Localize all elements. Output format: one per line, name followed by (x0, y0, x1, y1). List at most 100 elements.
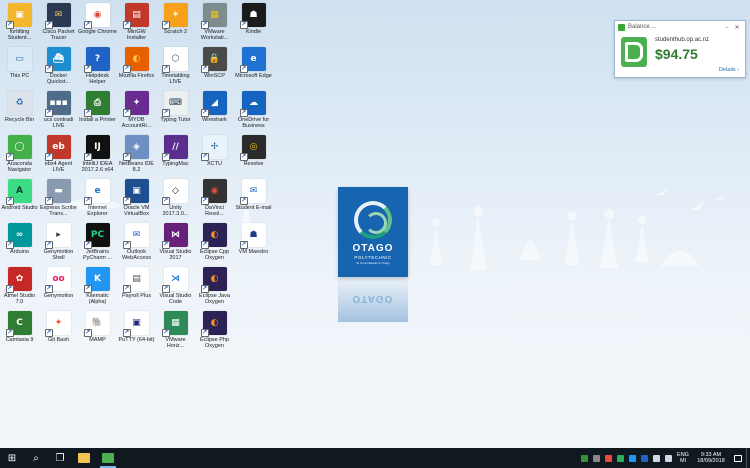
desktop-shortcut[interactable]: K ↗ Kitematic (Alpha) (78, 266, 117, 310)
clock[interactable]: 9:33 AM 18/09/2018 (692, 452, 730, 465)
taskbar: ⊞ ⌕ ❐ ENG MI 9:33 AM 18/09/2018 (0, 448, 750, 468)
desktop-shortcut[interactable]: ▸ ↗ Genymotion Shell (39, 222, 78, 266)
desktop-shortcut[interactable]: ▭ This PC (0, 46, 39, 90)
desktop-shortcut[interactable]: ▪▪▪ ↗ ucs contradi LIVE (39, 90, 78, 134)
balance-widget-titlebar[interactable]: Balance ... – ✕ (615, 21, 745, 33)
desktop-shortcut[interactable]: ▣ ↗ fortitting Student... (0, 2, 39, 46)
desktop-shortcut[interactable]: ✦ ↗ Git Bash (39, 310, 78, 354)
desktop-shortcut[interactable]: e ↗ Internet Explorer (78, 178, 117, 222)
desktop-shortcut[interactable]: ✶ ↗ Scratch 2 (156, 2, 195, 46)
desktop-shortcut[interactable]: ⛴ ↗ Docker Quickst... (39, 46, 78, 90)
desktop-shortcut[interactable]: ? ↗ Helpdesk Helper (78, 46, 117, 90)
tray-icons (578, 448, 674, 468)
tray-item[interactable] (614, 448, 626, 468)
scratch-icon: ✶ ↗ (161, 3, 188, 29)
tray-item[interactable] (578, 448, 590, 468)
docker-icon: ⛴ ↗ (44, 47, 71, 73)
shortcut-arrow-icon: ↗ (161, 21, 170, 29)
desktop-shortcut[interactable]: ◎ ↗ Resolve (234, 134, 273, 178)
desktop-shortcut[interactable]: ◐ ↗ Eclipse Php Oxygen (195, 310, 234, 354)
show-desktop-button[interactable] (746, 448, 750, 468)
desktop-shortcut[interactable]: 🔒 ↗ WinSCP (195, 46, 234, 90)
git-bash-icon: ✦ ↗ (44, 311, 71, 337)
desktop-icon-label: PuTTY (64-bit) (118, 337, 155, 343)
desktop-shortcut[interactable]: ⋈ ↗ Visual Studio 2017 (156, 222, 195, 266)
desktop-shortcut[interactable]: ▣ ↗ PuTTY (64-bit) (117, 310, 156, 354)
desktop-shortcut[interactable]: ◐ ↗ Eclipse Cpp Oxygen (195, 222, 234, 266)
tray-item[interactable] (590, 448, 602, 468)
desktop-shortcut[interactable]: ⎙ ↗ Install a Printer (78, 90, 117, 134)
shortcut-arrow-icon: ↗ (5, 21, 14, 29)
tray-item[interactable] (650, 448, 662, 468)
details-link[interactable]: Details › (719, 67, 739, 73)
desktop-shortcut[interactable]: ▦ ↗ VMware Horiz... (156, 310, 195, 354)
desktop-shortcut[interactable]: ▤ ↗ Payroll Plus (117, 266, 156, 310)
desktop-shortcut[interactable]: ✿ ↗ Atmel Studio 7.0 (0, 266, 39, 310)
desktop-shortcut[interactable]: ☗ ↗ Kindle (234, 2, 273, 46)
desktop-shortcut[interactable]: ▦ ↗ VMware Workstati... (195, 2, 234, 46)
tray-item[interactable] (602, 448, 614, 468)
balance-widget[interactable]: Balance ... – ✕ studenthub.op.ac.nz $94.… (614, 20, 746, 78)
desktop-shortcut[interactable]: ☗ ↗ VM Maestro (234, 222, 273, 266)
desktop-shortcut[interactable]: e ↗ Microsoft Edge (234, 46, 273, 90)
shortcut-arrow-icon: ↗ (161, 241, 170, 249)
desktop-icon-label: Timetabling LIVE (161, 73, 190, 86)
recycle-bin-icon: ♻ (7, 91, 32, 115)
desktop-shortcut[interactable]: A ↗ Android Studio (0, 178, 39, 222)
desktop-shortcut[interactable]: ✉ ↗ Cisco Packet Tracer (39, 2, 78, 46)
desktop-icon-label: Eclipse Cpp Oxygen (199, 249, 230, 262)
tray-item[interactable] (638, 448, 650, 468)
desktop-shortcut[interactable]: ◉ ↗ Google Chrome (78, 2, 117, 46)
desktop-shortcut[interactable]: //↗ TypingMac (156, 134, 195, 178)
desktop-shortcut[interactable]: ∞ ↗ Arduino (0, 222, 39, 266)
desktop-shortcut[interactable]: ✦ ↗ MYOB AccountRi... (117, 90, 156, 134)
desktop-shortcut[interactable]: ▤ ↗ MinGW Installer (117, 2, 156, 46)
desktop-shortcut[interactable]: ◐ ↗ Eclipse Java Oxygen (195, 266, 234, 310)
desktop-shortcut[interactable]: oo ↗ Genymotion (39, 266, 78, 310)
eclipse-php-icon: ◐ ↗ (200, 311, 227, 337)
taskbar-app[interactable] (72, 448, 96, 468)
desktop-shortcut[interactable]: ◇ ↗ Unity 2017.3.0... (156, 178, 195, 222)
desktop-shortcut[interactable]: eb ↗ ebs4 Agent LIVE (39, 134, 78, 178)
balance-amount: $94.75 (655, 46, 698, 62)
task-view-button[interactable]: ❐ (48, 448, 72, 468)
taskbar-app[interactable] (96, 448, 120, 468)
edge-icon: e ↗ (239, 47, 266, 73)
desktop-shortcut[interactable]: ♻ Recycle Bin (0, 90, 39, 134)
minimize-button[interactable]: – (722, 24, 732, 31)
desktop-shortcut[interactable]: 🐘 ↗ MAMP (78, 310, 117, 354)
tray-item[interactable] (626, 448, 638, 468)
desktop-shortcut[interactable]: ◯ ↗ Anaconda Navigator (0, 134, 39, 178)
desktop-shortcut[interactable]: ◉ ↗ DaVinci Resol... (195, 178, 234, 222)
desktop-icon-label: JetBrains PyCharm ... (82, 249, 113, 262)
balance-host: studenthub.op.ac.nz (655, 37, 710, 43)
desktop-shortcut[interactable]: ✢ ↗ XCTU (195, 134, 234, 178)
shortcut-arrow-icon: ↗ (161, 329, 170, 337)
language-indicator[interactable]: ENG MI (674, 452, 692, 465)
desktop-shortcut[interactable]: ⋊ ↗ Visual Studio Code (156, 266, 195, 310)
desktop-shortcut[interactable]: ✉ ↗ Outlook WebAccess (117, 222, 156, 266)
tray-item[interactable] (662, 448, 674, 468)
shortcut-arrow-icon: ↗ (44, 21, 53, 29)
desktop-shortcut[interactable]: ▬ ↗ Express Scribe Trans... (39, 178, 78, 222)
desktop-shortcut[interactable]: ☁ ↗ OneDrive for Business (234, 90, 273, 134)
chrome-icon: ◉ ↗ (83, 3, 110, 29)
shortcut-arrow-icon: ↗ (200, 285, 209, 293)
davinci-resolve-icon: ◉ ↗ (200, 179, 227, 205)
shortcut-arrow-icon: ↗ (122, 65, 131, 73)
desktop-shortcut[interactable]: ✉ ↗ Student E-mail (234, 178, 273, 222)
desktop-shortcut[interactable]: ◈ ↗ NetBeans IDE 8.2 (117, 134, 156, 178)
desktop-shortcut[interactable]: ⬡ ↗ Timetabling LIVE (156, 46, 195, 90)
desktop-shortcut[interactable]: ◢ ↗ Wireshark (195, 90, 234, 134)
desktop-shortcut[interactable]: ⌨ ↗ Typing Tutor (156, 90, 195, 134)
desktop-shortcut[interactable]: ▣ ↗ Oracle VM VirtualBox (117, 178, 156, 222)
desktop-icon-label: VM Maestro (238, 249, 269, 255)
desktop-shortcut[interactable]: PC ↗ JetBrains PyCharm ... (78, 222, 117, 266)
desktop-shortcut[interactable]: ◐ ↗ Mozilla Firefox (117, 46, 156, 90)
search-button[interactable]: ⌕ (24, 448, 48, 468)
start-button[interactable]: ⊞ (0, 448, 24, 468)
desktop-shortcut[interactable]: C ↗ Camtasia 9 (0, 310, 39, 354)
action-center-button[interactable] (730, 448, 746, 468)
desktop-shortcut[interactable]: IJ ↗ IntelliJ IDEA 2017.2.6 x64 (78, 134, 117, 178)
close-button[interactable]: ✕ (732, 24, 742, 31)
